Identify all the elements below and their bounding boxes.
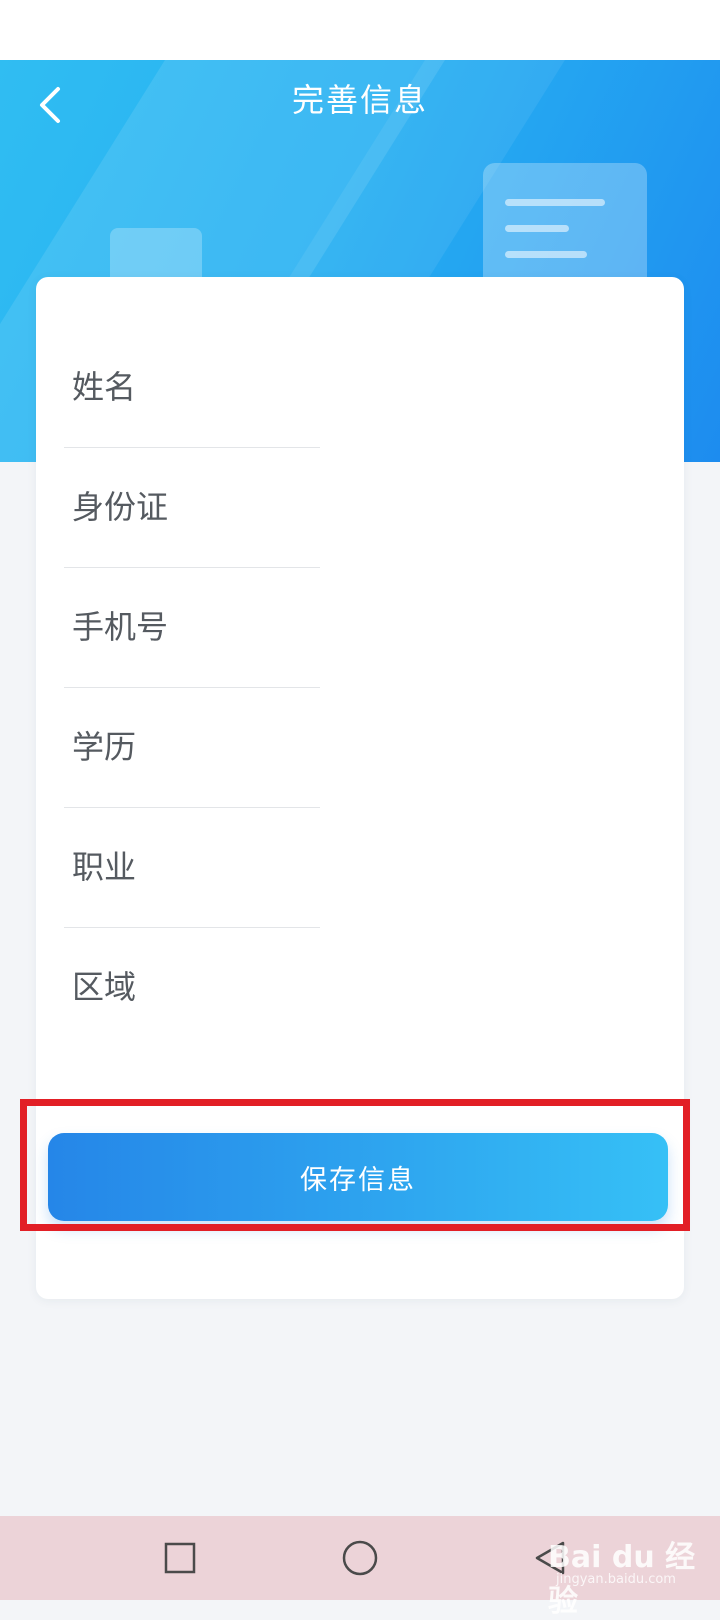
nav-recent-apps-button[interactable] — [154, 1532, 206, 1584]
name-input[interactable] — [364, 327, 648, 449]
field-region[interactable]: 区域 — [64, 927, 654, 1049]
field-name[interactable]: 姓名 — [64, 327, 654, 449]
field-phone[interactable]: 手机号 — [64, 567, 654, 689]
field-label-name: 姓名 — [72, 368, 137, 406]
system-navigation-bar — [0, 1516, 720, 1600]
phone-input[interactable] — [364, 567, 648, 689]
nav-back-button[interactable] — [524, 1532, 576, 1584]
nav-home-button[interactable] — [334, 1532, 386, 1584]
field-label-phone: 手机号 — [72, 608, 169, 646]
occupation-input[interactable] — [364, 807, 648, 929]
field-label-education: 学历 — [72, 728, 137, 766]
save-button[interactable]: 保存信息 — [48, 1133, 668, 1221]
field-id-card[interactable]: 身份证 — [64, 447, 654, 569]
field-label-region: 区域 — [72, 968, 137, 1006]
square-icon — [164, 1542, 196, 1574]
triangle-left-icon — [535, 1541, 565, 1575]
education-input[interactable] — [364, 687, 648, 809]
info-form-card: 姓名 身份证 手机号 学历 职业 区域 保存信息 — [36, 277, 684, 1299]
page-title: 完善信息 — [291, 81, 428, 119]
field-education[interactable]: 学历 — [64, 687, 654, 809]
status-bar — [0, 0, 720, 60]
field-occupation[interactable]: 职业 — [64, 807, 654, 929]
id-card-input[interactable] — [364, 447, 648, 569]
region-input[interactable] — [364, 927, 648, 1049]
field-label-occupation: 职业 — [72, 848, 137, 886]
field-label-id-card: 身份证 — [72, 488, 169, 526]
circle-icon — [342, 1540, 378, 1576]
